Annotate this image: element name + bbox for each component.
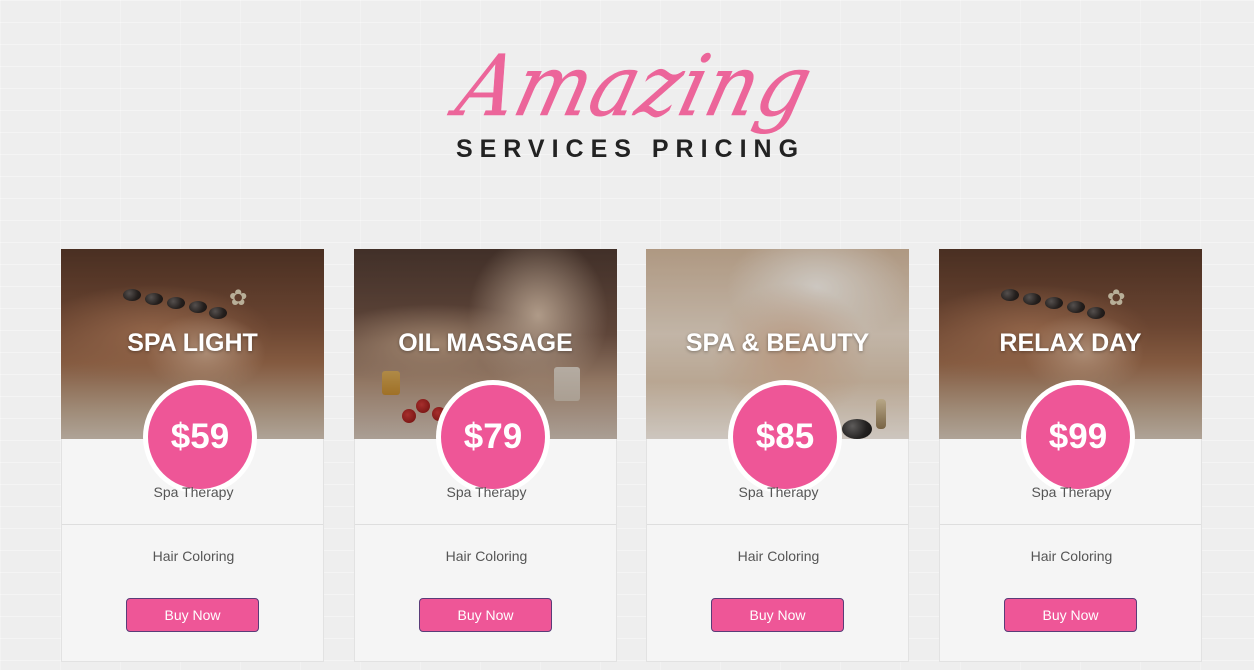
page-header: Amazing SERVICES PRICING <box>0 0 1254 200</box>
price-value: $99 <box>1026 385 1130 489</box>
card-title: RELAX DAY <box>999 329 1142 357</box>
price-badge: $85 <box>728 380 842 494</box>
buy-now-button[interactable]: Buy Now <box>711 598 844 632</box>
card-title: SPA LIGHT <box>127 329 258 357</box>
card-title: SPA & BEAUTY <box>685 329 870 357</box>
price-value: $85 <box>733 385 837 489</box>
pricing-card-spa-light: ✿ SPA LIGHT $59 Spa Therapy Hair Colorin… <box>61 249 324 662</box>
feature-item: Spa Therapy <box>738 484 819 500</box>
decorative-script-title: Amazing <box>447 38 823 136</box>
price-badge: $99 <box>1021 380 1135 494</box>
price-badge: $79 <box>436 380 550 494</box>
price-badge: $59 <box>143 380 257 494</box>
feature-item: Hair Coloring <box>1030 548 1113 564</box>
buy-now-button[interactable]: Buy Now <box>419 598 552 632</box>
feature-item: Spa Therapy <box>446 484 527 500</box>
divider <box>62 524 323 525</box>
buy-now-button[interactable]: Buy Now <box>126 598 259 632</box>
feature-item: Hair Coloring <box>445 548 528 564</box>
price-value: $59 <box>148 385 252 489</box>
feature-item: Spa Therapy <box>153 484 234 500</box>
divider <box>940 524 1201 525</box>
feature-item: Hair Coloring <box>737 548 820 564</box>
buy-now-button[interactable]: Buy Now <box>1004 598 1137 632</box>
divider <box>647 524 908 525</box>
pricing-card-relax-day: ✿ RELAX DAY $99 Spa Therapy Hair Colorin… <box>939 249 1202 662</box>
page-title: SERVICES PRICING <box>455 135 806 163</box>
pricing-card-oil-massage: OIL MASSAGE $79 Spa Therapy Hair Colorin… <box>354 249 617 662</box>
divider <box>355 524 616 525</box>
feature-item: Spa Therapy <box>1031 484 1112 500</box>
feature-item: Hair Coloring <box>152 548 235 564</box>
card-title: OIL MASSAGE <box>398 329 573 357</box>
price-value: $79 <box>441 385 545 489</box>
pricing-card-spa-beauty: SPA & BEAUTY $85 Spa Therapy Hair Colori… <box>646 249 909 662</box>
